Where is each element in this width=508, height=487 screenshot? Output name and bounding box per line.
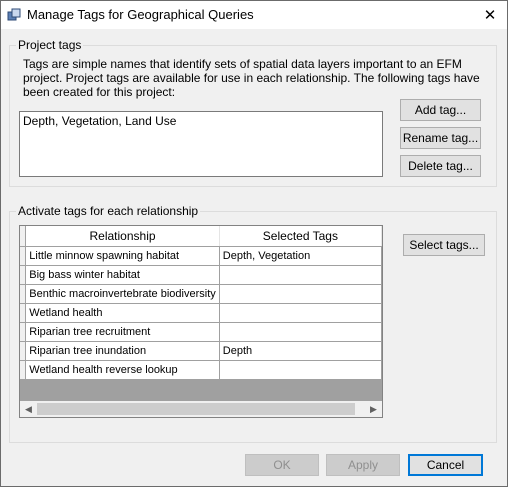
scroll-left-icon[interactable]: ◀ [20,401,37,417]
selected-tags-cell[interactable]: Depth [219,341,382,361]
selected-tags-cell[interactable] [219,322,382,342]
project-tags-group-label: Project tags [16,38,84,52]
close-button[interactable]: ✕ [473,1,507,29]
relationship-cell[interactable]: Benthic macroinvertebrate biodiversity [25,284,220,304]
app-icon [7,8,21,21]
dialog-window: Manage Tags for Geographical Queries ✕ P… [0,0,508,487]
table-row[interactable]: Riparian tree inundation Depth [20,341,382,361]
table-row[interactable]: Riparian tree recruitment [20,322,382,342]
relationship-cell[interactable]: Wetland health reverse lookup [25,360,220,380]
window-title: Manage Tags for Geographical Queries [27,7,254,22]
scroll-right-icon[interactable]: ▶ [365,401,382,417]
cancel-button[interactable]: Cancel [408,454,483,476]
project-tags-description: Tags are simple names that identify sets… [23,57,480,99]
project-tags-list[interactable]: Depth, Vegetation, Land Use [19,111,383,177]
relationship-cell[interactable]: Big bass winter habitat [25,265,220,285]
table-row[interactable]: Benthic macroinvertebrate biodiversity [20,284,382,304]
selected-tags-cell[interactable] [219,265,382,285]
activate-tags-group-label: Activate tags for each relationship [16,204,201,218]
table-row[interactable]: Big bass winter habitat [20,265,382,285]
ok-button[interactable]: OK [245,454,319,476]
relationship-cell[interactable]: Wetland health [25,303,220,323]
scrollbar-thumb[interactable] [37,403,355,415]
grid-header-row: Relationship Selected Tags [20,226,382,247]
selected-tags-cell[interactable]: Depth, Vegetation [219,246,382,266]
relationship-grid[interactable]: Relationship Selected Tags Little minnow… [19,225,383,418]
rename-tag-button[interactable]: Rename tag... [400,127,481,149]
add-tag-button[interactable]: Add tag... [400,99,481,121]
relationship-cell[interactable]: Riparian tree recruitment [25,322,220,342]
select-tags-button[interactable]: Select tags... [403,234,485,256]
column-header-selected-tags[interactable]: Selected Tags [219,226,382,247]
table-row[interactable]: Wetland health reverse lookup [20,360,382,380]
selected-tags-cell[interactable] [219,284,382,304]
relationship-table: Relationship Selected Tags Little minnow… [20,226,382,380]
project-tags-list-item[interactable]: Depth, Vegetation, Land Use [23,114,176,128]
relationship-cell[interactable]: Little minnow spawning habitat [25,246,220,266]
column-header-relationship[interactable]: Relationship [25,226,220,247]
table-row[interactable]: Wetland health [20,303,382,323]
table-row[interactable]: Little minnow spawning habitat Depth, Ve… [20,246,382,266]
title-bar[interactable]: Manage Tags for Geographical Queries ✕ [1,1,507,29]
selected-tags-cell[interactable] [219,303,382,323]
relationship-cell[interactable]: Riparian tree inundation [25,341,220,361]
apply-button[interactable]: Apply [326,454,400,476]
horizontal-scrollbar[interactable]: ◀ ▶ [19,401,383,418]
delete-tag-button[interactable]: Delete tag... [400,155,481,177]
close-icon: ✕ [483,7,497,24]
selected-tags-cell[interactable] [219,360,382,380]
